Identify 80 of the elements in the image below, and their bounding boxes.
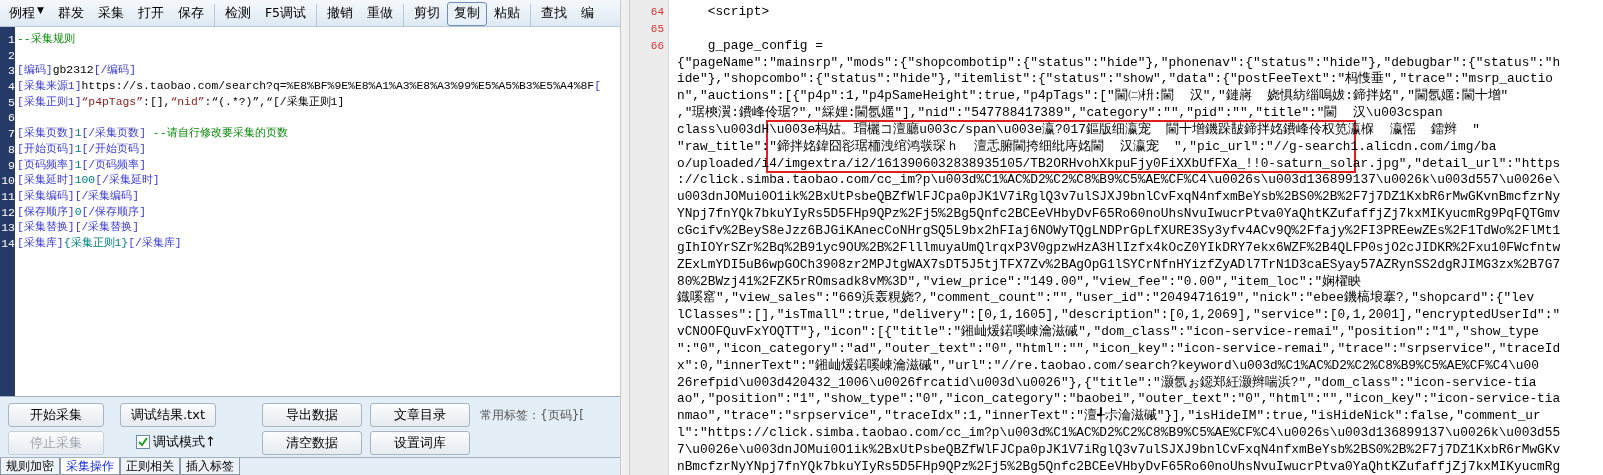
line-number: 3 [7,63,15,80]
toolbar-button[interactable]: 编 [574,2,602,26]
tab[interactable]: 采集操作 [60,458,120,475]
code-line: [页码频率]1[/页码频率] [17,158,147,171]
toolbar-button[interactable]: 重做 [360,2,401,26]
code-line: [采集正则1]“p4pTags”:[],“nid”:“(.*?)”,“[/采集正则1] [17,95,345,108]
common-tags-label: 常用标签：{页码}[ [480,407,584,424]
code-line: 7\u0026e\u003dnJOMui0O1ik%2BxUtPsbeQBZfWlFJCpa0pJK1V7iRglQ3v7ulSJXJ9bnlCvFxqN4nfxmBeYsb%2BS0%2B%2F7j7DZ1KxbR6rMwGKv [677,441,1561,457]
line-number: 65 [650,22,664,35]
code-line: lClasses":[],"isTmall":true,"delivery":[0,1,1605],"description":[0,1,2069],"service":[0,1,2001],"encryptedUserId":" [677,307,1561,323]
toolbar-button[interactable]: 检测 [217,2,258,26]
line-number: 13 [0,220,15,236]
toolbar-button[interactable]: 粘贴 [487,2,528,26]
code-line: [采集来源1]https://s.taobao.com/search?q=%E8%BF%9E%E8%A1%A3%E8%A3%99%E5%A5%B3%E5%A4%8F[ [17,80,602,93]
code-line: ZExLmYDI5uB6wpGOCh3908zr2MPJtgWAX7sDT5J5tjTFX7Zv%2BAgOpG1lSYCrNfnHYizfZyADl7TrN1D3caESyay57AZRynSS2dgRJIMG3zx%2B7G7 [677,256,1561,272]
code-line: nBmcfzrNyYNpj7fnYQk7bkuYIyRs5D5FHp9QPz%2Fj5%2Bg5Qnfc2BCEeVHbyDvF65Ro60noUhsNvuIwucrPtva0YaQhtKZufaffjZj7kxMIKyucmRg [677,458,1561,474]
code-line: [开始页码]1[/开始页码] [17,142,147,155]
code-line: gIhIOYrSZr%2Bq%2B91yc9OU%2B%2FlllmuyaUmQlrqxP3V0gpzwHzA3HlIzfx4kOcZ0YIkDRY7ekx6WZF%2B4QLFP0sjO2cJIDKR%2Fxu10FWcfntw [677,239,1561,255]
line-number: 11 [0,188,15,205]
toolbar-button[interactable]: 复制 [447,2,488,26]
line-number: 64 [650,6,664,18]
code-line: --采集规则 [17,33,75,45]
toolbar-button[interactable]: F5调试 [257,2,314,26]
code-line: [采集编码][/采集编码] [17,189,140,202]
line-number: 5 [7,94,15,111]
toolbar-button[interactable]: 采集 [90,2,131,26]
code-line: 鐡嗘窰","view_sales":"669浜轰粯娆?,"comment_count":"","user_id":"2049471619","nick":"ebee鐖槁埌搴?,"shopcard":{"lev [677,290,1535,306]
toolbar-button[interactable]: 剪切 [407,2,448,26]
toolbar-button[interactable]: 保存 [170,2,211,26]
toolbar-button[interactable]: 打开 [130,2,171,26]
debug-mode-checkbox[interactable]: 调试模式↑ [120,431,216,453]
code-line: [采集页数]1[/采集页数] --请自行修改要采集的页数 [17,127,288,140]
code-line: YNpj7fnYQk7bkuYIyRs5D5FHp9QPz%2Fj5%2Bg5Qnfc2BCEeVHbyDvF65Ro60noUhsNvuIwucrPtva0YaQhtKZufaffjZj7kxMIKyucmRg9PqFQTGmv [677,206,1561,222]
line-number: 10 [0,173,15,189]
code-line: [采集替换][/采集替换] [17,221,140,234]
code-line: 80%2BWzj41%2FZK5rROmsadk8vM%3D","view_price":"149.00","view_fee":"0.00","item_loc":"娴櫂眏 [677,273,1362,289]
line-number: 9 [7,157,15,174]
toolbar-button[interactable]: 例程 ▼ [2,2,51,26]
code-line: u003dnJOMui0O1ik%2BxUtPsbeQBZfWlFJCpa0pJK1V7iRglQ3v7ulSJXJ9bnlCvFxqN4nfxmBeYsb%2BS0%2B%2F7j7DZ1KxbR6rMwGKvnBmcfzrNy [677,189,1561,205]
panel-button[interactable]: 开始采集 [8,403,104,427]
code-line: ":"0","icon_category":"ad","outer_text":"0","html":"","icon_key":"icon-service-remai","trace":"srpservice","traceId [677,340,1561,356]
line-number: 1 [7,32,15,48]
code-line: [编码]gb2312[/编码] [17,64,137,77]
code-line: n","auctions":[{"p4p":1,"p4pSameHeight":true,"p4pTags":["閫㈡枡:閫 汉","鏈嶈 娆惧紡缁嗚妭:鍗拌姳","閫氬嫟:閫十增" [677,88,1509,104]
panel-button[interactable]: 导出数据 [262,403,362,427]
code-line: ao","position":"1","show_type":"0","icon_category":"baobei","outer_text":"0","html":"","icon_key":"icon-service-tia [677,391,1561,407]
code-line: nmao","trace":"srpservice","traceIdx":1,"innerText":"澶╃尗淪滋磩"}],"isHideIM":true,"isHideNick":false,"comment_ur [677,408,1541,424]
panel-button[interactable]: 清空数据 [262,431,362,455]
line-number: 8 [7,141,15,158]
debug-result-button[interactable]: 调试结果.txt [120,403,216,427]
code-line: ide"},"shopcombo":{"status":"hide"},"itemlist":{"status":"show","data":{"postFeeText":"杩愯垂","trace":"msrp_auctio [677,71,1554,87]
line-number: 2 [7,47,15,64]
code-line: g_page_config = [706,37,823,53]
line-number: 4 [7,79,15,95]
panel-button[interactable]: 文章目录 [370,403,470,427]
line-number: 12 [0,204,15,221]
toolbar-button[interactable]: 群发 [50,2,91,26]
code-line: cGcifv%2BeyS8eJzz6BJGiKAnecCoNHrgSQ5L9bx2hFIaj6NOWyTQgLNDPrGpLfXURE3Sy3yfv4ACv9Q%2Ffajy%2FI3PREewZEs%2F1TdWo%2FlMt1 [677,222,1561,238]
tab[interactable]: 插入标签 [180,458,240,475]
code-line: vCNOOFQuvFxYOQTT"},"icon":[{"title":"鎺屾煖鍩嗘崠瀹滋磩","dom_class":"icon-service-remai","position":"1","show_type [677,324,1539,340]
code-line: l":"https://click.simba.taobao.com/cc_im?p\u003d%C1%AC%D2%C2%C8%B9%C5%AE%CF%C4\u0026s\u003d136899137\u0026k\u003d55 [677,425,1561,441]
panel-button[interactable]: 设置词库 [370,431,470,455]
line-number: 6 [7,110,15,127]
toolbar-button[interactable]: 查找 [534,2,575,26]
line-number: 66 [650,39,664,52]
line-number: 14 [0,235,15,252]
code-line: <script> [706,4,770,19]
code-line: ,"琚樉瀷:鐨峰伶琚?","綵娌:閫氬嫟"],"nid":"547788417389","category":"","pid":"","title":"閫 汉\u003cspan [677,105,1443,121]
tab[interactable]: 正则相关 [120,458,180,475]
code-line: 26refpid\u003d420432_1006\u0026frcatid\u003d\u0026"},{"title":"灏氬ぉ鐚郑紝灏辫喘浜?","dom_class":"icon-service-tia [677,374,1537,390]
line-number: 7 [7,126,15,142]
code-line: [采集延时]100[/采集延时] [17,174,160,187]
code-line: [保存顺序]0[/保存顺序] [17,205,147,218]
code-line: x":0,"innerText":"鎺屾煖鍩嗘崠瀹滋磩","url":"//re.taobao.com/search?keyword\u003d%C1%AC%D2%C2%C8%B9%C5%AE%CF%C4\u00 [677,357,1539,373]
toolbar-button[interactable]: 撤销 [320,2,361,26]
code-line: ://click.simba.taobao.com/cc_im?p\u003d%C1%AC%D2%C2%C8%B9%C5%AE%CF%C4\u0026s\u003d136899137\u0026k\u003d557\u0026e\ [677,172,1561,188]
code-line: [采集库]{采集正则1}[/采集库] [17,236,182,249]
code-line: {"pageName":"mainsrp","mods":{"shopcombotip":{"status":"hide"},"phonenav":{"status":"hide"},"debugbar":{"status":"h [677,54,1561,70]
checkbox-icon[interactable] [136,435,150,449]
tab[interactable]: 规则加密 [0,458,60,475]
